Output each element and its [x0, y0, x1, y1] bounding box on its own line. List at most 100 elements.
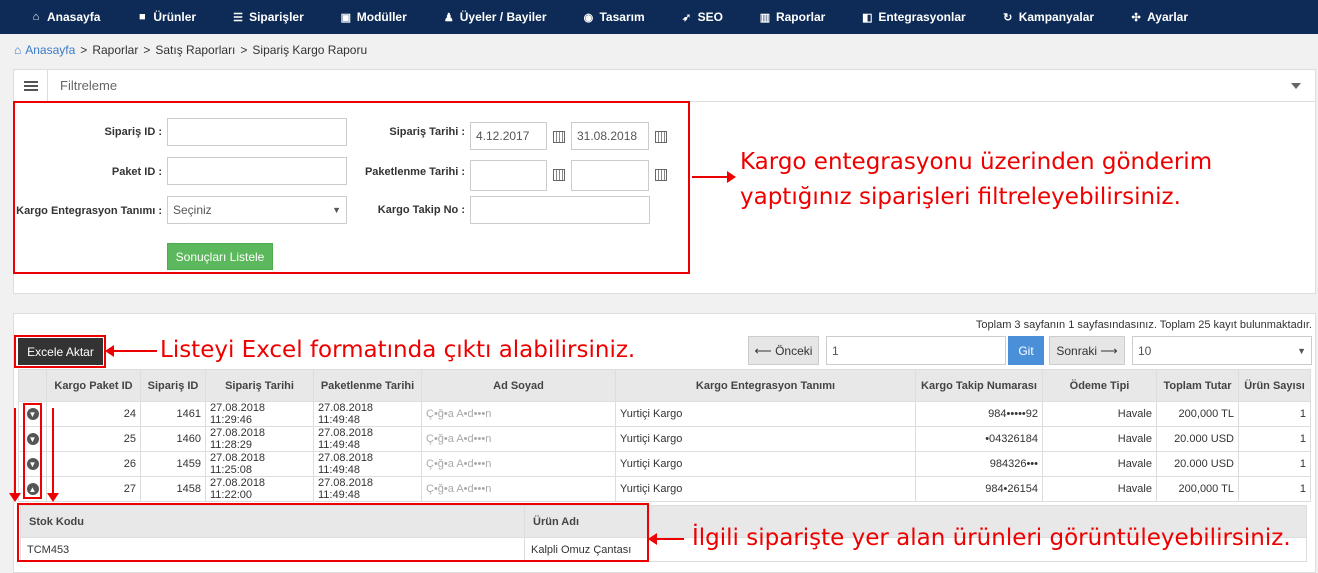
nav-item-anasayfa[interactable]: ⌂ Anasayfa	[30, 10, 101, 24]
nav-label: Ürünler	[153, 10, 197, 24]
page-number-input[interactable]: 1	[826, 336, 1006, 365]
list-icon: ☰	[233, 11, 243, 24]
nav-label: Anasayfa	[47, 10, 101, 24]
cell-ad-soyad: Ç•ğ•a A•d•••n	[421, 451, 616, 477]
col-header[interactable]: Sipariş ID	[140, 369, 206, 402]
refresh-icon: ↻	[1003, 11, 1013, 24]
module-icon: ▣	[340, 11, 351, 24]
cell-tutar: 20.000 USD	[1156, 451, 1239, 477]
cell-ad-soyad: Ç•ğ•a A•d•••n	[421, 476, 616, 502]
filter-panel-header[interactable]: Filtreleme	[14, 69, 1315, 102]
top-nav: ⌂ Anasayfa ■ Ürünler ☰ Siparişler ▣ Modüller…	[0, 0, 1318, 34]
cell-siparis-tarihi: 27.08.2018 11:28:29	[205, 426, 314, 452]
breadcrumb-separator: >	[143, 43, 151, 57]
chevron-down-icon[interactable]	[1291, 83, 1301, 89]
nav-item-uyeler[interactable]: ♟ Üyeler / Bayiler	[443, 10, 547, 24]
table-row: ▼ 26 1459 27.08.2018 11:25:08 27.08.2018…	[18, 451, 1311, 477]
prev-page-button[interactable]: ⟵ Önceki	[748, 336, 819, 365]
table-header-row: Kargo Paket ID Sipariş ID Sipariş Tarihi…	[18, 369, 1311, 402]
cell-tutar: 20.000 USD	[1156, 426, 1239, 452]
cell-takip: 984•26154	[915, 476, 1043, 502]
cell-siparis-tarihi: 27.08.2018 11:25:08	[205, 451, 314, 477]
cell-adet: 1	[1238, 476, 1311, 502]
cell-odeme: Havale	[1042, 451, 1157, 477]
nav-label: Entegrasyonlar	[878, 10, 966, 24]
breadcrumb-separator: >	[240, 43, 248, 57]
col-header[interactable]: Paketlenme Tarihi	[313, 369, 422, 402]
filter-annotation-line2: yaptığınız siparişleri filtreleyebilirsi…	[740, 184, 1181, 210]
cell-kargo: Yurtiçi Kargo	[615, 476, 916, 502]
col-header[interactable]: Toplam Tutar	[1156, 369, 1239, 402]
nav-item-urunler[interactable]: ■ Ürünler	[136, 10, 196, 24]
cell-siparis-tarihi: 27.08.2018 11:29:46	[205, 401, 314, 427]
cell-paketlenme-tarihi: 27.08.2018 11:49:48	[313, 451, 422, 477]
expand-highlight-box	[23, 403, 42, 499]
annotation-arrow	[9, 408, 21, 502]
col-header[interactable]: Kargo Takip Numarası	[915, 369, 1043, 402]
breadcrumb-item[interactable]: Satış Raporları	[155, 43, 235, 57]
cell-odeme: Havale	[1042, 476, 1157, 502]
nav-label: Tasarım	[599, 10, 645, 24]
cell-adet: 1	[1238, 401, 1311, 427]
table-row: ▼ 24 1461 27.08.2018 11:29:46 27.08.2018…	[18, 401, 1311, 427]
nav-item-siparisler[interactable]: ☰ Siparişler	[232, 10, 304, 24]
cell-siparis-id: 1461	[140, 401, 206, 427]
col-header[interactable]: Ürün Sayısı	[1238, 369, 1311, 402]
cell-paket-id: 27	[46, 476, 141, 502]
col-header[interactable]: Sipariş Tarihi	[205, 369, 314, 402]
breadcrumb-item: Sipariş Kargo Raporu	[252, 43, 368, 57]
col-header[interactable]: Ödeme Tipi	[1042, 369, 1157, 402]
nav-item-kampanyalar[interactable]: ↻ Kampanyalar	[1002, 10, 1094, 24]
home-icon: ⌂	[14, 43, 22, 57]
page-info: Toplam 3 sayfanın 1 sayfasındasınız. Top…	[975, 319, 1312, 331]
nav-item-raporlar[interactable]: ▥ Raporlar	[759, 10, 826, 24]
go-button[interactable]: Git	[1008, 336, 1044, 365]
nav-item-entegrasyonlar[interactable]: ◧ Entegrasyonlar	[861, 10, 966, 24]
hamburger-icon[interactable]	[14, 69, 48, 102]
cell-paketlenme-tarihi: 27.08.2018 11:49:48	[313, 401, 422, 427]
cell-takip: •04326184	[915, 426, 1043, 452]
breadcrumb-item[interactable]: Raporlar	[92, 43, 138, 57]
col-header[interactable]: Ad Soyad	[421, 369, 616, 402]
palette-icon: ◉	[583, 11, 594, 24]
cell-paketlenme-tarihi: 27.08.2018 11:49:48	[313, 426, 422, 452]
page-size-select[interactable]: 10 ▼	[1132, 336, 1312, 365]
home-icon: ⌂	[32, 11, 40, 23]
cell-takip: 984326•••	[915, 451, 1043, 477]
table-row: ▲ 27 1458 27.08.2018 11:22:00 27.08.2018…	[18, 476, 1311, 502]
results-table: Kargo Paket ID Sipariş ID Sipariş Tarihi…	[18, 369, 1311, 502]
nav-label: Raporlar	[775, 10, 826, 24]
breadcrumb-home[interactable]: ⌂ Anasayfa	[14, 43, 75, 57]
cell-paket-id: 25	[46, 426, 141, 452]
cell-tutar: 200,000 TL	[1156, 401, 1239, 427]
cell-kargo: Yurtiçi Kargo	[615, 401, 916, 427]
nav-item-ayarlar[interactable]: ✣ Ayarlar	[1130, 10, 1188, 24]
filter-annotation-line1: Kargo entegrasyonu üzerinden gönderim	[740, 149, 1213, 175]
page-size-value: 10	[1138, 343, 1152, 358]
annotation-arrow	[692, 171, 736, 183]
nav-label: Ayarlar	[1147, 10, 1188, 24]
cell-siparis-id: 1459	[140, 451, 206, 477]
chart-icon: ▥	[759, 11, 771, 24]
col-header[interactable]: Kargo Entegrasyon Tanımı	[615, 369, 916, 402]
table-row: ▼ 25 1460 27.08.2018 11:28:29 27.08.2018…	[18, 426, 1311, 452]
cell-takip: 984•••••92	[915, 401, 1043, 427]
settings-icon: ✣	[1131, 11, 1141, 24]
cell-paket-id: 24	[46, 401, 141, 427]
col-header[interactable]: Kargo Paket ID	[46, 369, 141, 402]
cell-ad-soyad: Ç•ğ•a A•d•••n	[421, 426, 616, 452]
cell-adet: 1	[1238, 451, 1311, 477]
cell-odeme: Havale	[1042, 401, 1157, 427]
cell-paket-id: 26	[46, 451, 141, 477]
nav-label: SEO	[697, 10, 723, 24]
nav-item-tasarim[interactable]: ◉ Tasarım	[582, 10, 645, 24]
nav-label: Siparişler	[249, 10, 304, 24]
nav-item-seo[interactable]: ➶ SEO	[681, 10, 723, 24]
user-icon: ♟	[443, 11, 454, 24]
nav-item-moduller[interactable]: ▣ Modüller	[340, 10, 407, 24]
cell-ad-soyad: Ç•ğ•a A•d•••n	[421, 401, 616, 427]
next-page-button[interactable]: Sonraki ⟶	[1049, 336, 1125, 365]
breadcrumb-separator: >	[80, 43, 88, 57]
col-header	[18, 369, 47, 402]
integration-icon: ◧	[862, 11, 873, 24]
